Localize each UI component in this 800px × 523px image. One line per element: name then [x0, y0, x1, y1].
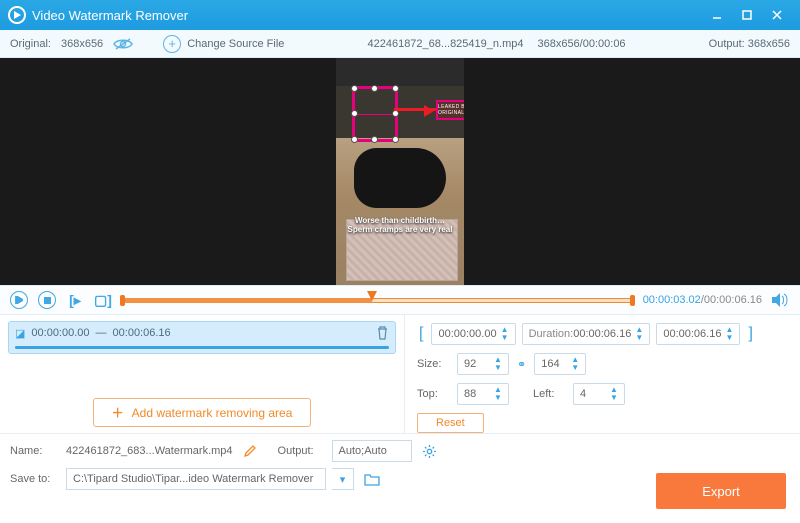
save-path-dropdown[interactable]: ▾: [332, 468, 354, 490]
add-area-label: Add watermark removing area: [132, 406, 293, 420]
video-preview[interactable]: Worse than childbirth… Sperm cramps are …: [336, 58, 464, 285]
segment-end: 00:00:06.16: [113, 327, 171, 339]
work-row: ◪ 00:00:00.00 — 00:00:06.16 ＋ Add waterm…: [0, 315, 800, 433]
timeline[interactable]: [122, 294, 633, 306]
output-name: 422461872_683...Watermark.mp4: [66, 445, 233, 457]
output-settings-icon[interactable]: [418, 444, 441, 459]
output-format-field[interactable]: Auto;Auto: [332, 440, 412, 462]
save-path-field[interactable]: C:\Tipard Studio\Tipar...ideo Watermark …: [66, 468, 326, 490]
left-input[interactable]: 4▲▼: [573, 383, 625, 405]
resize-handle[interactable]: [392, 85, 399, 92]
top-input[interactable]: 88▲▼: [457, 383, 509, 405]
plus-icon: ＋: [112, 404, 124, 421]
stepper-down[interactable]: ▼: [569, 364, 581, 372]
stepper-down[interactable]: ▼: [492, 364, 504, 372]
open-folder-icon[interactable]: [360, 473, 384, 486]
play-button[interactable]: [10, 291, 28, 309]
volume-icon[interactable]: [772, 293, 790, 307]
app-logo-icon: [8, 6, 26, 24]
stepper-down[interactable]: ▼: [499, 334, 511, 342]
start-time-input[interactable]: 00:00:00.00▲▼: [431, 323, 515, 345]
stepper-down[interactable]: ▼: [608, 394, 620, 402]
current-time: 00:00:03.02: [643, 294, 701, 306]
add-watermark-area-button[interactable]: ＋ Add watermark removing area: [93, 398, 312, 427]
change-source-label: Change Source File: [187, 38, 284, 50]
output-label: Output:: [278, 445, 326, 457]
segment-tag-icon: ◪: [15, 327, 25, 340]
set-end-button[interactable]: ▢]: [94, 291, 112, 309]
params-pane: [ 00:00:00.00▲▼ Duration:00:00:06.16▲▼ 0…: [405, 315, 800, 433]
watermark-selection-box[interactable]: [352, 86, 398, 142]
range-end-bracket-icon[interactable]: ]: [746, 325, 754, 343]
reset-button[interactable]: Reset: [417, 413, 484, 433]
titlebar: Video Watermark Remover: [0, 0, 800, 30]
resize-handle[interactable]: [371, 136, 378, 143]
size-label: Size:: [417, 358, 451, 370]
minimize-button[interactable]: [702, 0, 732, 30]
source-filename: 422461872_68...825419_n.mp4: [367, 38, 523, 50]
end-time-input[interactable]: 00:00:06.16▲▼: [656, 323, 740, 345]
size-width-input[interactable]: 92▲▼: [457, 353, 509, 375]
resize-handle[interactable]: [351, 136, 358, 143]
output-dims: 368x656: [748, 38, 790, 50]
stop-button[interactable]: [38, 291, 56, 309]
stepper-down[interactable]: ▼: [633, 334, 645, 342]
plus-circle-icon: +: [163, 35, 181, 53]
segment-sep: —: [96, 327, 107, 339]
set-start-button[interactable]: [▸: [66, 291, 84, 309]
resize-handle[interactable]: [392, 110, 399, 117]
stepper-down[interactable]: ▼: [492, 394, 504, 402]
edit-name-icon[interactable]: [239, 445, 260, 458]
stepper-down[interactable]: ▼: [723, 334, 735, 342]
time-display: 00:00:03.02/00:00:06.16: [643, 294, 762, 306]
left-label: Left:: [533, 388, 567, 400]
segment-item[interactable]: ◪ 00:00:00.00 — 00:00:06.16: [8, 321, 396, 354]
link-dimensions-icon[interactable]: ⚭: [515, 358, 528, 371]
original-label: Original:: [10, 38, 51, 50]
app-title: Video Watermark Remover: [32, 8, 188, 23]
change-source-button[interactable]: + Change Source File: [163, 35, 284, 53]
transport-bar: [▸ ▢] 00:00:03.02/00:00:06.16: [0, 285, 800, 315]
top-label: Top:: [417, 388, 451, 400]
size-height-input[interactable]: 164▲▼: [534, 353, 586, 375]
video-caption-text: Worse than childbirth… Sperm cramps are …: [344, 216, 456, 234]
video-stage: Worse than childbirth… Sperm cramps are …: [0, 58, 800, 285]
export-button[interactable]: Export: [656, 473, 786, 509]
output-label: Output:: [709, 38, 745, 50]
segment-range-bar[interactable]: [15, 346, 389, 349]
resize-handle[interactable]: [351, 85, 358, 92]
playhead-handle[interactable]: [367, 291, 377, 306]
delete-segment-icon[interactable]: [376, 326, 389, 340]
save-to-label: Save to:: [10, 473, 60, 485]
resize-handle[interactable]: [392, 136, 399, 143]
segments-pane: ◪ 00:00:00.00 — 00:00:06.16 ＋ Add waterm…: [0, 315, 405, 433]
name-label: Name:: [10, 445, 60, 457]
original-dims: 368x656: [61, 38, 103, 50]
resize-handle[interactable]: [351, 110, 358, 117]
resize-handle[interactable]: [371, 85, 378, 92]
annotation-label: LEAKED BY ORIGINAL: [436, 100, 464, 120]
maximize-button[interactable]: [732, 0, 762, 30]
annotation-arrow: [394, 108, 438, 111]
source-dims-time: 368x656/00:00:06: [537, 38, 625, 50]
range-start-bracket-icon[interactable]: [: [417, 325, 425, 343]
total-time: 00:00:06.16: [704, 294, 762, 306]
toolbar: Original: 368x656 + Change Source File 4…: [0, 30, 800, 58]
preview-toggle-icon[interactable]: [113, 37, 133, 51]
segment-start: 00:00:00.00: [31, 327, 89, 339]
duration-input[interactable]: Duration:00:00:06.16▲▼: [522, 323, 651, 345]
close-button[interactable]: [762, 0, 792, 30]
